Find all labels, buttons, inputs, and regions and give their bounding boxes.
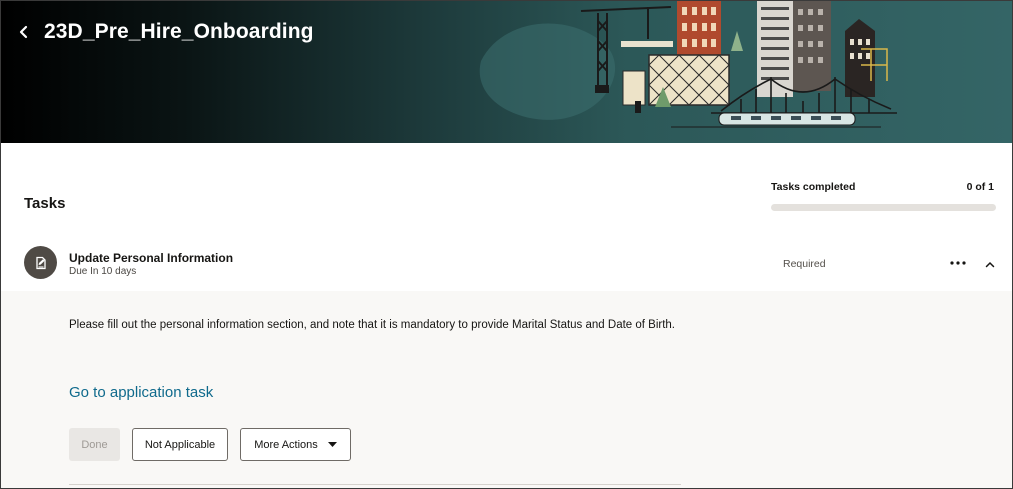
task-description: Please fill out the personal information… — [69, 319, 675, 331]
caret-down-icon — [327, 442, 337, 447]
tasks-progress-bar — [771, 204, 996, 211]
task-detail-panel: Please fill out the personal information… — [1, 291, 1012, 488]
more-actions-button[interactable]: More Actions — [240, 428, 351, 461]
task-overflow-menu-button[interactable] — [947, 253, 969, 273]
not-applicable-button[interactable]: Not Applicable — [132, 428, 228, 461]
chevron-up-icon — [985, 261, 995, 267]
tasks-heading: Tasks — [24, 195, 66, 212]
back-button[interactable] — [11, 17, 37, 47]
page-banner: 23D_Pre_Hire_Onboarding — [1, 1, 1012, 143]
chevron-left-icon — [19, 25, 28, 39]
task-due-date: Due In 10 days — [69, 266, 137, 277]
onboarding-page: 23D_Pre_Hire_Onboarding Tasks Tasks comp… — [0, 0, 1013, 489]
panel-divider — [69, 484, 681, 485]
task-status-badge: Required — [783, 258, 826, 270]
task-title[interactable]: Update Personal Information — [69, 251, 233, 265]
task-avatar — [24, 246, 57, 279]
go-to-application-task-link[interactable]: Go to application task — [69, 384, 213, 401]
more-horizontal-icon — [950, 261, 966, 265]
task-collapse-button[interactable] — [982, 255, 998, 273]
more-actions-label: More Actions — [254, 438, 318, 451]
tasks-completed-label: Tasks completed — [771, 181, 856, 193]
tasks-completed-count: 0 of 1 — [966, 181, 994, 193]
page-title: 23D_Pre_Hire_Onboarding — [44, 20, 314, 43]
edit-document-icon — [35, 256, 46, 269]
done-button[interactable]: Done — [69, 428, 120, 461]
city-illustration — [479, 1, 897, 128]
